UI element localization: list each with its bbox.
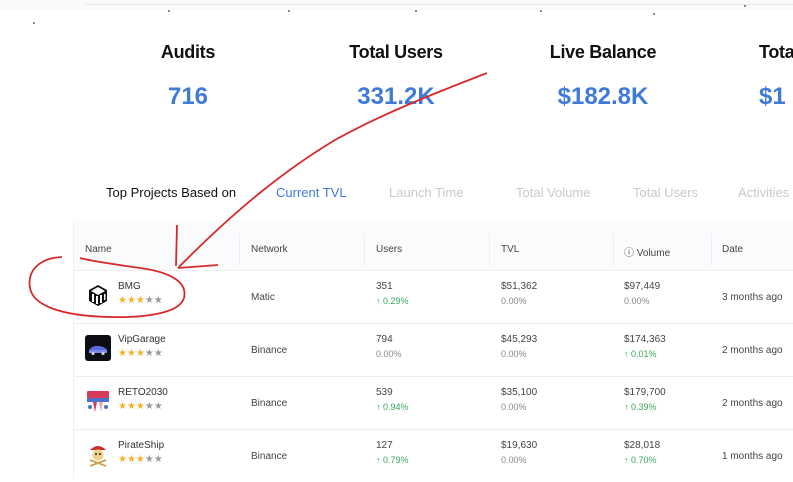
tvl-change: 0.00%: [501, 296, 527, 306]
rating-stars: ★★★★★: [118, 348, 163, 359]
tvl-value: $35,100: [501, 387, 538, 398]
star-icon: ★★★: [118, 401, 145, 412]
bmg-logo-icon: [85, 282, 111, 308]
volume-change: ↑ 0.70%: [624, 455, 657, 465]
vipgarage-logo-icon: [85, 335, 111, 361]
stat-value: 716: [167, 83, 209, 110]
users-change: ↑ 0.79%: [376, 455, 409, 465]
project-name[interactable]: RETO2030: [118, 387, 168, 398]
speck: [415, 10, 417, 12]
tabs-heading: Top Projects Based on: [106, 185, 237, 200]
star-icon: ★★: [144, 401, 163, 412]
project-name[interactable]: PirateShip: [118, 440, 164, 451]
tvl-value: $19,630: [501, 440, 538, 451]
star-icon: ★★: [144, 348, 163, 359]
pirateship-logo-icon: [85, 441, 111, 467]
speck: [540, 10, 542, 12]
tvl-change: 0.00%: [501, 402, 527, 412]
star-icon: ★★: [144, 295, 163, 306]
project-name[interactable]: VipGarage: [118, 334, 166, 345]
network: Binance: [251, 398, 288, 409]
header-users[interactable]: Users: [376, 244, 402, 255]
volume-value: $174,363: [624, 334, 666, 345]
star-icon: ★★★: [118, 295, 145, 306]
stat-audits: Audits 716: [98, 42, 278, 111]
tab-total-users[interactable]: Total Users: [633, 185, 698, 200]
star-icon: ★★★: [118, 454, 145, 465]
volume-value: $28,018: [624, 440, 661, 451]
users-change: ↑ 0.29%: [376, 296, 409, 306]
tvl-change: 0.00%: [501, 455, 527, 465]
speck: [653, 13, 655, 15]
users-value: 351: [376, 281, 393, 292]
stat-total-cutoff: Tota $1: [759, 42, 793, 111]
project-name[interactable]: BMG: [118, 281, 141, 292]
date: 3 months ago: [722, 292, 783, 303]
volume-change: 0.00%: [624, 296, 650, 306]
column-divider: [613, 234, 614, 266]
rating-stars: ★★★★★: [118, 401, 163, 412]
table-row[interactable]: BMG ★★★★★ Matic 351 ↑ 0.29% $51,362 0.00…: [74, 270, 793, 324]
tvl-change: 0.00%: [501, 349, 527, 359]
stat-value: $182.8K: [557, 83, 649, 110]
stat-label: Total Users: [349, 42, 443, 62]
users-change: ↑ 0.94%: [376, 402, 409, 412]
network: Binance: [251, 451, 288, 462]
table-row[interactable]: PirateShip ★★★★★ Binance 127 ↑ 0.79% $19…: [74, 429, 793, 482]
stat-value: $1: [759, 83, 786, 110]
date: 1 months ago: [722, 451, 783, 462]
header-name[interactable]: Name: [85, 244, 112, 255]
stat-label: Audits: [160, 42, 216, 62]
column-divider: [239, 234, 240, 266]
column-divider: [489, 234, 490, 266]
speck: [33, 22, 35, 24]
volume-value: $97,449: [624, 281, 661, 292]
rating-stars: ★★★★★: [118, 295, 163, 306]
ranking-tabs: Top Projects Based on Current TVL Launch…: [0, 185, 793, 201]
date: 2 months ago: [722, 398, 783, 409]
star-icon: ★★: [144, 454, 163, 465]
table-header: Name Network Users TVL ⓘ Volume Date: [74, 220, 793, 271]
tvl-value: $51,362: [501, 281, 538, 292]
stat-label: Tota: [759, 42, 793, 62]
users-value: 127: [376, 440, 393, 451]
header-date[interactable]: Date: [722, 244, 743, 255]
stat-total-users: Total Users 331.2K: [306, 42, 486, 111]
tab-current-tvl[interactable]: Current TVL: [276, 185, 347, 200]
tab-launch-time[interactable]: Launch Time: [389, 185, 463, 200]
reto2030-logo-icon: [85, 388, 111, 414]
volume-change: ↑ 0.01%: [624, 349, 657, 359]
network: Matic: [251, 292, 275, 303]
stat-value: 331.2K: [357, 83, 435, 110]
column-divider: [711, 234, 712, 266]
tab-total-volume[interactable]: Total Volume: [516, 185, 590, 200]
tvl-value: $45,293: [501, 334, 538, 345]
column-divider: [364, 234, 365, 266]
speck: [168, 10, 170, 12]
rating-stars: ★★★★★: [118, 454, 163, 465]
header-tvl[interactable]: TVL: [501, 244, 519, 255]
header-network[interactable]: Network: [251, 244, 288, 255]
users-change: 0.00%: [376, 349, 402, 359]
network: Binance: [251, 345, 288, 356]
table-row[interactable]: RETO2030 ★★★★★ Binance 539 ↑ 0.94% $35,1…: [74, 376, 793, 430]
table-row[interactable]: VipGarage ★★★★★ Binance 794 0.00% $45,29…: [74, 323, 793, 377]
users-value: 794: [376, 334, 393, 345]
header-volume[interactable]: ⓘ Volume: [624, 244, 670, 259]
tab-activities[interactable]: Activities: [738, 185, 789, 200]
volume-change: ↑ 0.39%: [624, 402, 657, 412]
top-border: [85, 0, 793, 5]
stat-live-balance: Live Balance $182.8K: [513, 42, 693, 111]
users-value: 539: [376, 387, 393, 398]
stat-label: Live Balance: [549, 42, 657, 62]
speck: [288, 10, 290, 12]
star-icon: ★★★: [118, 348, 145, 359]
projects-table: Name Network Users TVL ⓘ Volume Date BMG…: [73, 220, 793, 479]
volume-value: $179,700: [624, 387, 666, 398]
speck: [744, 5, 746, 7]
date: 2 months ago: [722, 345, 783, 356]
